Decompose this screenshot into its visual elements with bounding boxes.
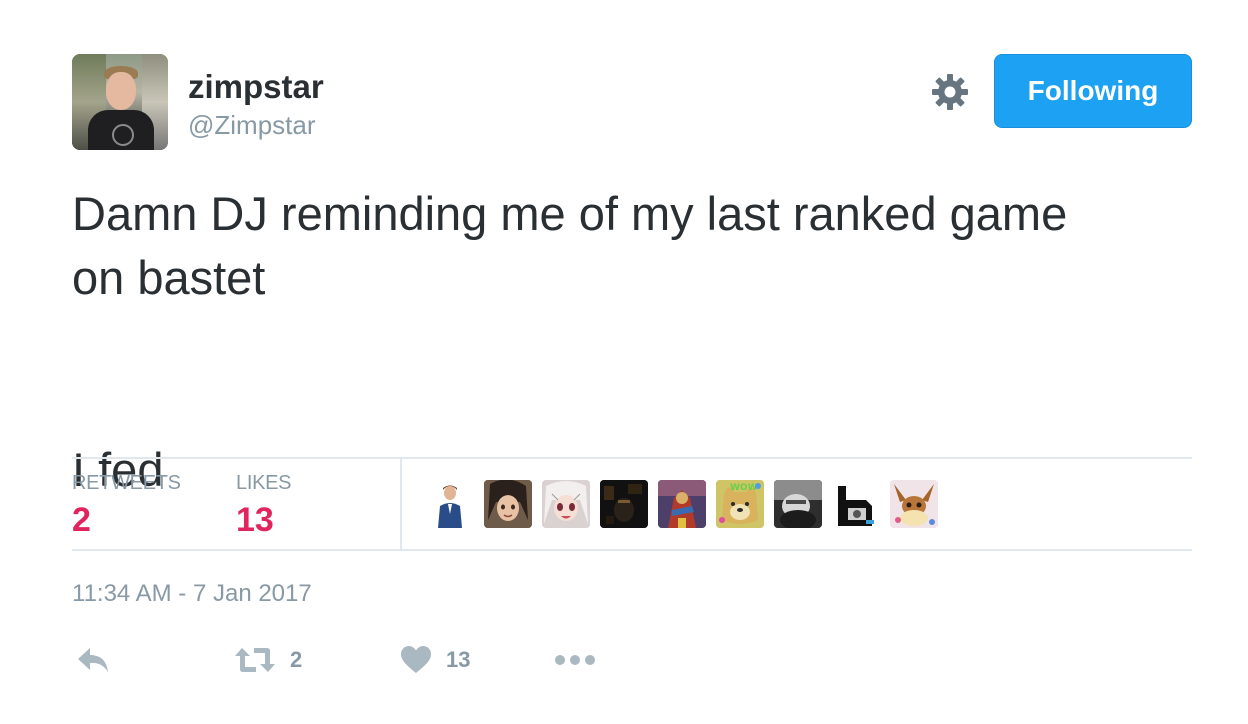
stats-divider-bottom — [72, 549, 1192, 551]
user-display-name[interactable]: zimpstar — [188, 68, 324, 106]
tweet-card: zimpstar @Zimpstar Following Damn DJ rem… — [0, 0, 1248, 724]
user-avatar[interactable] — [72, 54, 168, 150]
likes-stat[interactable]: LIKES 13 — [236, 472, 292, 540]
svg-text:WOW: WOW — [730, 483, 758, 493]
like-button[interactable]: 13 — [400, 640, 470, 680]
more-dots-icon — [555, 655, 595, 665]
gear-icon[interactable] — [930, 72, 970, 112]
reply-icon — [78, 648, 108, 672]
likes-label: LIKES — [236, 472, 292, 494]
liker-avatar-colorful-game-art[interactable] — [658, 480, 706, 528]
liker-avatar-dark-scene[interactable] — [600, 480, 648, 528]
stats-divider-vertical — [400, 459, 402, 549]
tweet-text: Damn DJ reminding me of my last ranked g… — [72, 187, 1068, 496]
likes-count: 13 — [236, 501, 274, 539]
tweet-timestamp[interactable]: 11:34 AM - 7 Jan 2017 — [72, 580, 312, 608]
following-button[interactable]: Following — [994, 54, 1192, 128]
heart-icon — [401, 646, 431, 673]
retweets-count: 2 — [72, 501, 91, 539]
liker-avatar-grey-figure[interactable] — [774, 480, 822, 528]
stats-divider-top — [72, 457, 1192, 459]
retweet-button[interactable]: 2 — [234, 640, 302, 680]
liker-avatar-man-in-suit[interactable] — [432, 480, 480, 528]
retweet-action-count: 2 — [290, 647, 303, 672]
liker-avatar-anime-white-hair[interactable] — [542, 480, 590, 528]
retweets-stat[interactable]: RETWEETS 2 — [72, 472, 181, 540]
retweet-icon — [235, 648, 275, 672]
user-handle[interactable]: @Zimpstar — [188, 110, 316, 141]
liker-avatar-wow-doge[interactable]: WOW — [716, 480, 764, 528]
reply-button[interactable] — [76, 640, 110, 680]
liker-avatar-black-white-logo[interactable] — [832, 480, 880, 528]
more-options-button[interactable] — [554, 640, 596, 680]
retweets-label: RETWEETS — [72, 472, 181, 494]
liker-avatar-anime-dark-hair[interactable] — [484, 480, 532, 528]
like-action-count: 13 — [446, 647, 471, 672]
liker-avatar-eevee[interactable] — [890, 480, 938, 528]
